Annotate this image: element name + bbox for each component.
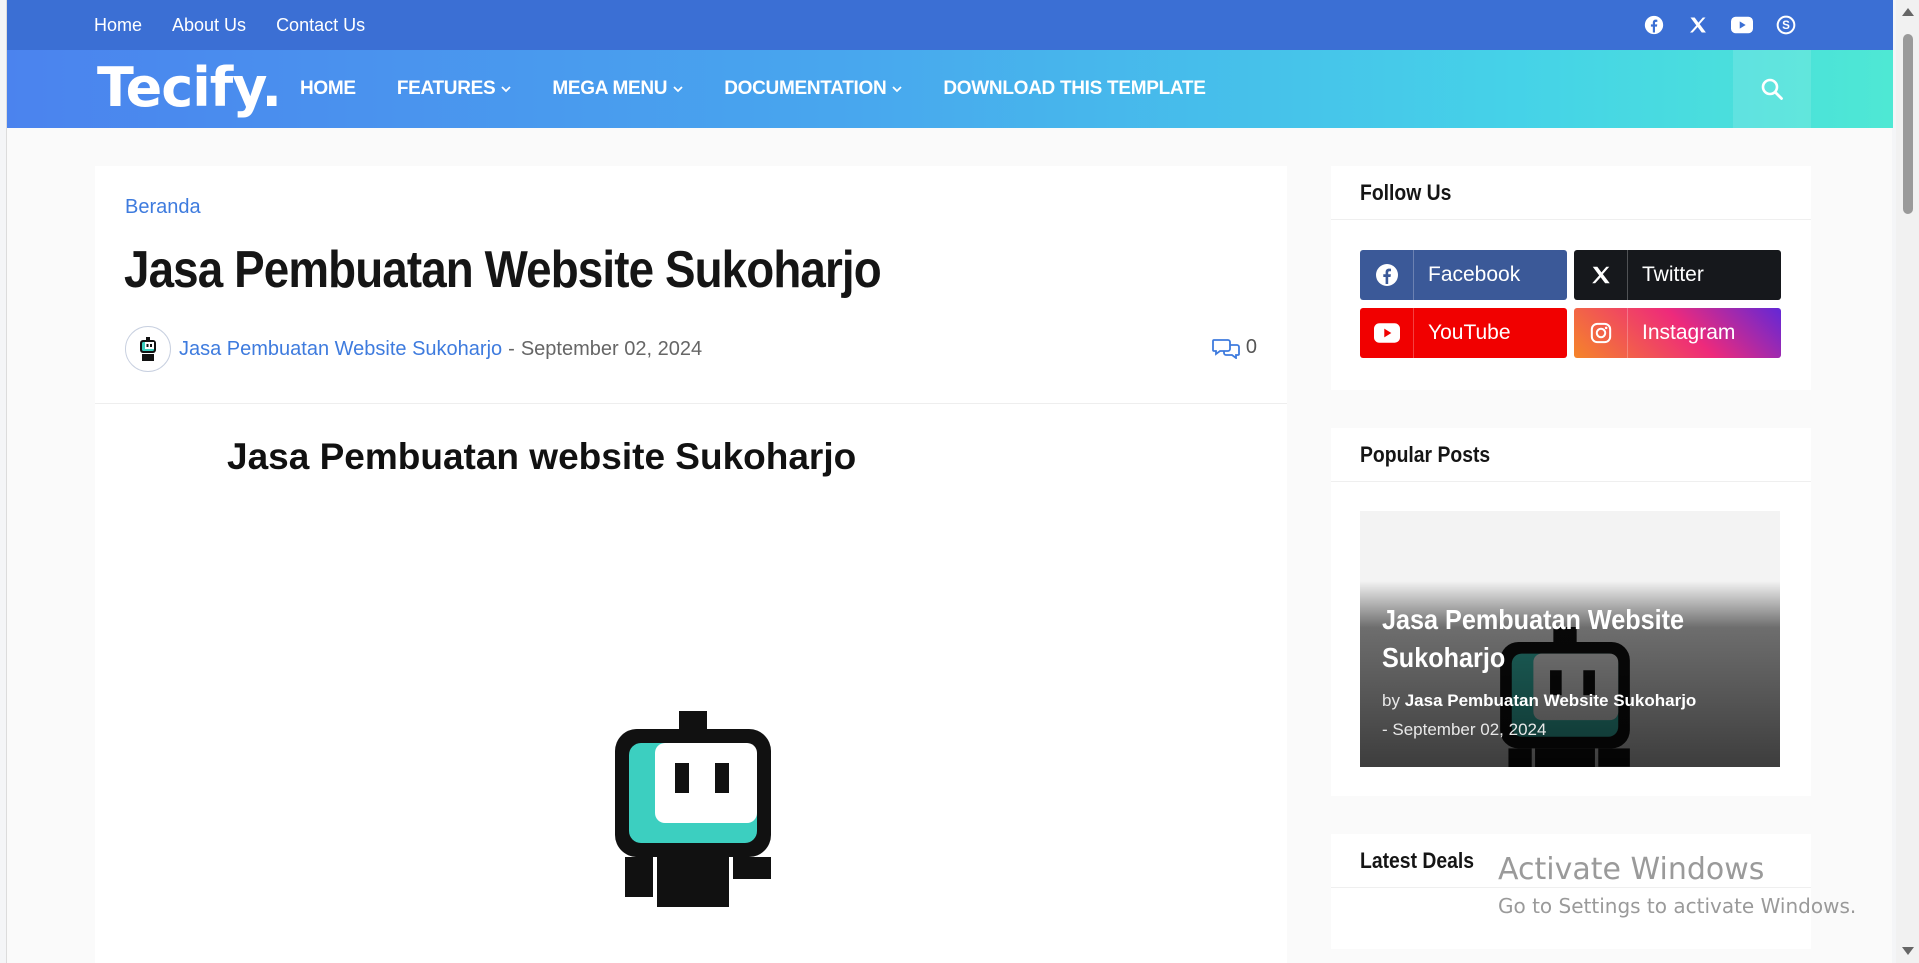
robot-avatar-icon: [140, 337, 156, 361]
content-heading: Jasa Pembuatan website Sukoharjo: [227, 436, 857, 477]
by-label: by: [1382, 691, 1400, 710]
x-icon: [1591, 266, 1610, 284]
instagram-button[interactable]: Instagram: [1574, 308, 1781, 358]
main-nav: HOME FEATURES MEGA MENU DOCUMENTATION DO…: [300, 50, 1206, 128]
site-logo[interactable]: Tecify.: [97, 58, 282, 118]
nav-documentation[interactable]: DOCUMENTATION: [724, 78, 903, 100]
youtube-button-label: YouTube: [1428, 321, 1511, 344]
comments-icon: [1211, 338, 1240, 359]
top-nav-about-us[interactable]: About Us: [172, 15, 246, 36]
browser-viewport: Home About Us Contact Us S Tecify. HOME …: [6, 0, 1893, 963]
chevron-down-icon: [892, 86, 903, 93]
youtube-icon[interactable]: [1730, 13, 1754, 37]
youtube-icon: [1373, 323, 1400, 343]
robot-logo-image: [615, 711, 771, 907]
scroll-down-arrow-icon[interactable]: [1902, 947, 1914, 955]
facebook-icon: [1375, 264, 1398, 286]
comment-count: 0: [1245, 336, 1257, 358]
nav-home[interactable]: HOME: [300, 78, 356, 100]
top-nav-contact-us[interactable]: Contact Us: [276, 15, 365, 36]
post-title: Jasa Pembuatan Website Sukoharjo: [124, 241, 882, 299]
top-nav: Home About Us Contact Us: [94, 0, 365, 50]
search-icon: [1761, 78, 1783, 100]
nav-home-label: HOME: [300, 78, 356, 99]
svg-text:S: S: [1782, 19, 1790, 32]
facebook-button[interactable]: Facebook: [1360, 250, 1567, 300]
article-card: Beranda Jasa Pembuatan Website Sukoharjo…: [95, 166, 1287, 963]
nav-download-template[interactable]: DOWNLOAD THIS TEMPLATE: [943, 78, 1206, 100]
comments-link[interactable]: 0: [1211, 336, 1257, 359]
nav-features-label: FEATURES: [396, 78, 496, 99]
post-author[interactable]: Jasa Pembuatan Website Sukoharjo: [179, 338, 502, 361]
avatar[interactable]: [125, 326, 171, 372]
nav-download-template-label: DOWNLOAD THIS TEMPLATE: [943, 78, 1206, 99]
divider: [1331, 219, 1811, 220]
chevron-down-icon: [501, 86, 512, 93]
post-meta: Jasa Pembuatan Website Sukoharjo - Septe…: [125, 326, 702, 372]
social-buttons: Facebook Twitter YouTube Instagram: [1360, 250, 1781, 358]
search-button[interactable]: [1733, 50, 1811, 128]
widget-title-latest-deals: Latest Deals: [1360, 848, 1475, 873]
widget-title-follow-us: Follow Us: [1360, 180, 1452, 205]
popular-posts-widget: Popular Posts Jasa Pembuatan Website Suk…: [1331, 428, 1811, 796]
nav-features[interactable]: FEATURES: [397, 78, 512, 100]
facebook-icon[interactable]: [1642, 13, 1666, 37]
nav-mega-menu[interactable]: MEGA MENU: [552, 78, 683, 100]
skype-icon[interactable]: S: [1774, 13, 1798, 37]
divider: [1331, 887, 1811, 888]
instagram-icon: [1590, 322, 1611, 344]
main-header: Tecify. HOME FEATURES MEGA MENU DOCUMENT…: [7, 50, 1893, 128]
scroll-up-arrow-icon[interactable]: [1902, 8, 1914, 16]
twitter-button[interactable]: Twitter: [1574, 250, 1781, 300]
youtube-button[interactable]: YouTube: [1360, 308, 1567, 358]
top-bar: Home About Us Contact Us S: [7, 0, 1893, 50]
popular-post-title[interactable]: Jasa Pembuatan Website Sukoharjo: [1382, 601, 1724, 677]
popular-post-meta: by Jasa Pembuatan Website Sukoharjo - Se…: [1382, 686, 1762, 744]
post-date: September 02, 2024: [520, 337, 703, 360]
facebook-button-label: Facebook: [1428, 263, 1521, 286]
x-icon[interactable]: [1686, 13, 1710, 37]
activate-windows-subtitle: Go to Settings to activate Windows.: [1498, 894, 1857, 918]
scrollbar-thumb[interactable]: [1903, 34, 1913, 214]
popular-post-author[interactable]: Jasa Pembuatan Website Sukoharjo: [1405, 691, 1697, 710]
breadcrumb[interactable]: Beranda: [125, 196, 201, 219]
popular-post-card[interactable]: Jasa Pembuatan Website Sukoharjo by Jasa…: [1360, 511, 1780, 767]
nav-documentation-label: DOCUMENTATION: [724, 78, 887, 99]
widget-title-popular-posts: Popular Posts: [1360, 442, 1491, 467]
chevron-down-icon: [673, 86, 683, 93]
twitter-button-label: Twitter: [1642, 263, 1704, 286]
popular-post-date: - September 02, 2024: [1382, 720, 1547, 739]
top-nav-home[interactable]: Home: [94, 15, 142, 36]
activate-windows-title: Activate Windows: [1498, 852, 1765, 887]
divider: [1331, 481, 1811, 482]
scrollbar[interactable]: [1896, 0, 1919, 963]
follow-us-widget: Follow Us Facebook Twitter YouTube Insta…: [1331, 166, 1811, 390]
divider: [95, 403, 1287, 404]
top-social-links: S: [1642, 0, 1798, 50]
nav-mega-menu-label: MEGA MENU: [552, 78, 668, 99]
instagram-button-label: Instagram: [1642, 321, 1736, 344]
meta-separator: -: [508, 337, 515, 360]
